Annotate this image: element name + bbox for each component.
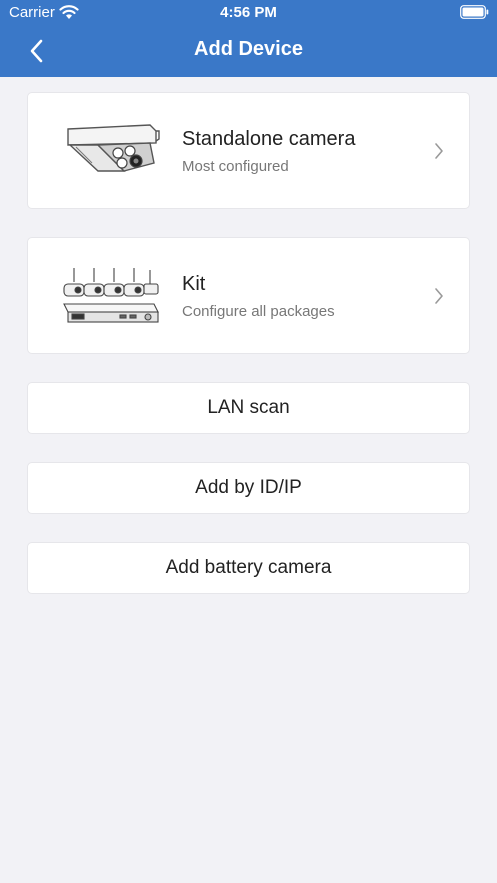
lan-scan-label: LAN scan	[207, 397, 290, 418]
card-subtitle: Configure all packages	[182, 303, 335, 320]
chevron-right-icon	[435, 288, 443, 304]
standalone-camera-card[interactable]: Standalone camera Most configured	[27, 92, 470, 209]
nav-bar: Add Device	[0, 26, 497, 77]
add-by-id-label: Add by ID/IP	[195, 477, 302, 498]
bullet-camera-icon	[67, 124, 160, 172]
lan-scan-button[interactable]: LAN scan	[27, 382, 470, 434]
nvr-kit-icon	[63, 268, 159, 323]
battery-icon	[460, 5, 489, 19]
add-by-id-button[interactable]: Add by ID/IP	[27, 462, 470, 514]
kit-card[interactable]: Kit Configure all packages	[27, 237, 470, 354]
add-battery-camera-label: Add battery camera	[165, 557, 332, 578]
status-time: 4:56 PM	[220, 4, 277, 21]
header: Carrier 4:56 PM Add Device	[0, 0, 497, 77]
card-title: Kit	[182, 273, 206, 295]
add-battery-camera-button[interactable]: Add battery camera	[27, 542, 470, 594]
chevron-right-icon	[435, 143, 443, 159]
card-title: Standalone camera	[182, 128, 356, 150]
card-subtitle: Most configured	[182, 158, 289, 175]
status-bar: Carrier 4:56 PM	[0, 0, 497, 26]
page-title: Add Device	[194, 38, 303, 60]
